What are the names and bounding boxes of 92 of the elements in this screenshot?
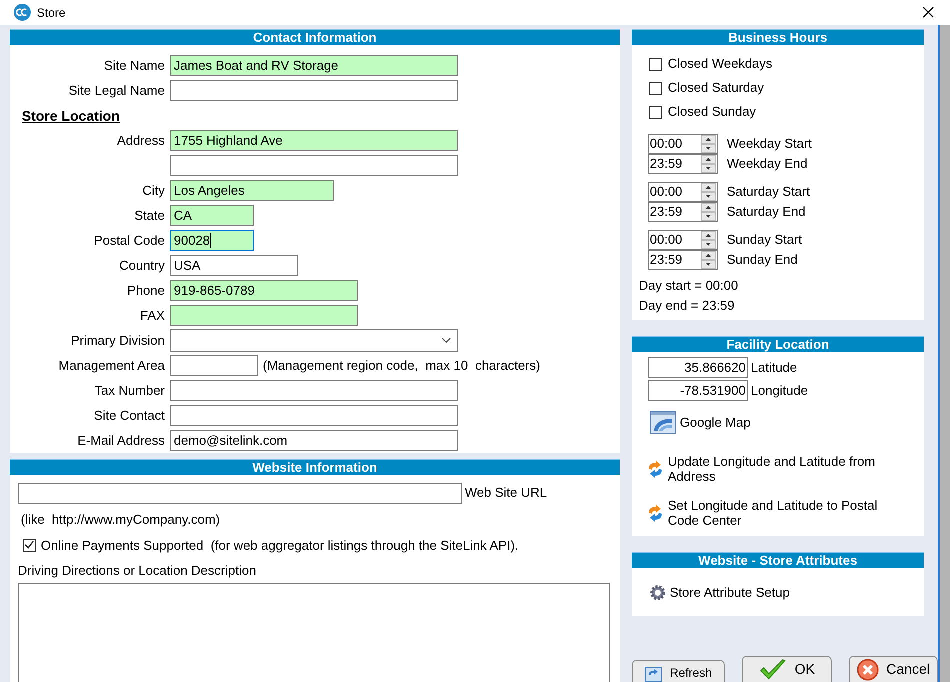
- spinner-arrows-icon: [701, 155, 716, 173]
- input-field[interactable]: 35.866620: [648, 357, 748, 378]
- field-label: Driving Directions or Location Description: [18, 562, 256, 580]
- input-field[interactable]: 90028: [170, 230, 254, 251]
- checkbox-label: Closed Saturday: [668, 79, 764, 98]
- checkbox[interactable]: [649, 106, 662, 118]
- field-label: FAX: [140, 308, 165, 323]
- window-title: Store: [37, 4, 66, 22]
- ok-button[interactable]: OK: [742, 656, 832, 682]
- time-spinner[interactable]: 23:59: [648, 250, 718, 270]
- checkbox[interactable]: [649, 58, 662, 70]
- field-label: Sunday Start: [727, 231, 802, 250]
- field-label: Saturday Start: [727, 183, 810, 202]
- link[interactable]: Set Longitude and Latitude to Postal Code Center: [647, 498, 883, 528]
- input-field[interactable]: Los Angeles: [170, 180, 334, 201]
- info-text: Day end = 23:59: [639, 297, 735, 315]
- input-field[interactable]: CA: [170, 205, 254, 226]
- time-spinner[interactable]: 00:00: [648, 230, 718, 250]
- spinner-arrows-icon: [701, 183, 716, 201]
- hint-text: (Management region code, max 10 characters): [263, 356, 540, 375]
- chevron-down-icon: [442, 338, 451, 343]
- checkbox-label: Closed Weekdays: [668, 55, 773, 74]
- field-label: Web Site URL: [465, 484, 548, 502]
- input-field[interactable]: [170, 305, 358, 326]
- checkmark-icon: [25, 541, 34, 550]
- input-field[interactable]: -78.531900: [648, 380, 748, 402]
- field-label: Management Area: [58, 358, 165, 373]
- time-spinner[interactable]: 23:59: [648, 202, 718, 222]
- spinner-arrows-icon: [701, 231, 716, 249]
- input-field[interactable]: USA: [170, 255, 298, 276]
- input-field[interactable]: 919-865-0789: [170, 280, 358, 301]
- spinner-arrows-icon: [701, 251, 716, 269]
- field-label: Primary Division: [71, 332, 165, 348]
- refresh-icon: [645, 667, 662, 682]
- close-button[interactable]: [920, 4, 936, 20]
- field-label: Site Contact: [94, 408, 165, 423]
- field-label: Phone: [127, 282, 165, 298]
- section-header: Website Information: [10, 459, 620, 475]
- field-label: City: [142, 182, 165, 198]
- link[interactable]: Google Map: [650, 411, 751, 434]
- field-label: Weekday Start: [727, 135, 812, 154]
- field-label: Site Legal Name: [68, 82, 165, 98]
- time-spinner[interactable]: 00:00: [648, 182, 718, 202]
- field-label: Site Name: [104, 58, 165, 73]
- field-label: Latitude: [751, 359, 798, 378]
- input-field[interactable]: James Boat and RV Storage: [170, 55, 458, 76]
- sync-arrows-icon: [647, 504, 664, 522]
- input-field[interactable]: demo@sitelink.com: [170, 430, 458, 451]
- field-label: Country: [119, 258, 165, 273]
- checkbox-label: Online Payments Supported (for web aggregator listings through the SiteLink API).: [41, 536, 519, 555]
- section-header: Contact Information: [10, 29, 620, 45]
- field-label: E-Mail Address: [78, 432, 165, 448]
- link[interactable]: Update Longitude and Latitude from Address: [647, 454, 883, 484]
- checkbox[interactable]: [649, 82, 662, 94]
- gear-icon: [650, 584, 666, 601]
- field-label: Sunday End: [727, 251, 798, 270]
- dropdown[interactable]: [170, 329, 458, 352]
- section-header: Business Hours: [632, 29, 924, 45]
- section-header: Facility Location: [632, 336, 924, 352]
- cancel-icon: [856, 658, 879, 680]
- checkbox-label: Closed Sunday: [668, 103, 756, 122]
- info-text: Day start = 00:00: [639, 277, 738, 295]
- input-field[interactable]: 1755 Highland Ave: [170, 130, 458, 151]
- input-field[interactable]: [170, 80, 458, 101]
- input-field[interactable]: [170, 380, 458, 401]
- field-label: State: [134, 208, 165, 223]
- link[interactable]: Store Attribute Setup: [650, 583, 790, 603]
- sync-arrows-icon: [647, 460, 664, 478]
- input-field[interactable]: [170, 405, 458, 426]
- refresh-button[interactable]: Refresh: [632, 660, 726, 682]
- time-spinner[interactable]: 00:00: [648, 134, 718, 154]
- input-field[interactable]: [170, 155, 458, 176]
- field-label: Postal Code: [94, 232, 165, 248]
- close-icon: [922, 7, 934, 18]
- hint-text: (like http://www.myCompany.com): [21, 511, 220, 529]
- section-header: Website - Store Attributes: [632, 552, 924, 568]
- time-spinner[interactable]: 23:59: [648, 154, 718, 174]
- field-label: Saturday End: [727, 203, 806, 222]
- app-logo-icon: [14, 4, 31, 21]
- cancel-button[interactable]: Cancel: [848, 656, 938, 682]
- field-label: Address: [117, 132, 165, 148]
- map-window-icon: [650, 411, 676, 434]
- section-subheading: Store Location: [22, 107, 120, 126]
- field-label: Tax Number: [94, 382, 165, 398]
- checkmark-icon: [758, 658, 787, 680]
- input-field[interactable]: [18, 483, 462, 504]
- field-label: Weekday End: [727, 155, 808, 174]
- spinner-arrows-icon: [701, 203, 716, 221]
- field-label: Longitude: [751, 382, 808, 400]
- input-field[interactable]: [170, 355, 258, 376]
- spinner-arrows-icon: [701, 135, 716, 153]
- checkbox[interactable]: [23, 538, 36, 552]
